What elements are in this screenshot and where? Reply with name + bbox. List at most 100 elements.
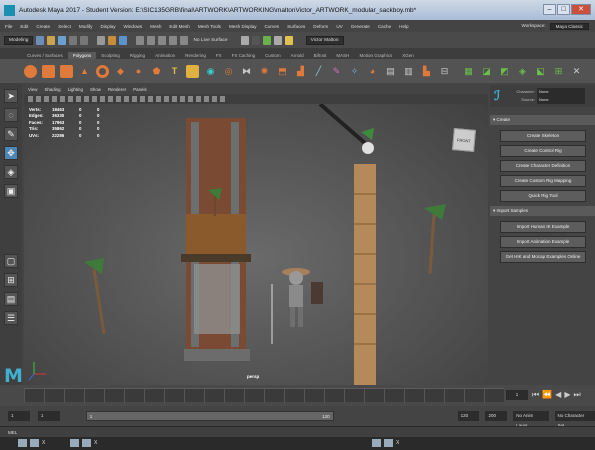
film-gate-icon[interactable] bbox=[68, 96, 73, 102]
color-mgmt-icon[interactable] bbox=[220, 96, 225, 102]
planar-map-icon[interactable]: ◪ bbox=[480, 65, 493, 78]
menu-edit[interactable]: Edit bbox=[20, 24, 28, 29]
vp-menu-show[interactable]: Show bbox=[90, 87, 101, 92]
shelf-tab-animation[interactable]: Animation bbox=[150, 52, 180, 59]
select-object-icon[interactable] bbox=[108, 35, 117, 45]
scale-tool-icon[interactable]: ▣ bbox=[4, 184, 18, 198]
vp-menu-lighting[interactable]: Lighting bbox=[68, 87, 83, 92]
gate-mask-icon[interactable] bbox=[84, 96, 89, 102]
combine-icon[interactable]: ◉ bbox=[204, 65, 217, 78]
boolean-icon[interactable]: ⬒ bbox=[276, 65, 289, 78]
viewport-scene[interactable]: Verts: 18463 0 0 Edges: 36330 0 0 Faces: 17963 0… bbox=[24, 104, 488, 385]
motion-blur-icon[interactable] bbox=[156, 96, 161, 102]
cylindrical-map-icon[interactable]: ◩ bbox=[498, 65, 511, 78]
window-restore-icon[interactable] bbox=[70, 439, 79, 447]
four-view-layout-icon[interactable]: ⊞ bbox=[4, 273, 18, 287]
minimized-close[interactable]: X bbox=[42, 440, 45, 446]
vp-menu-panels[interactable]: Panels bbox=[133, 87, 146, 92]
minimized-window-2[interactable]: X bbox=[70, 439, 97, 447]
backface-icon[interactable] bbox=[196, 96, 201, 102]
mel-label[interactable]: MEL bbox=[8, 430, 17, 435]
render-settings-icon[interactable] bbox=[262, 35, 271, 45]
window-restore-icon[interactable] bbox=[18, 439, 27, 447]
snap-point-icon[interactable] bbox=[158, 35, 167, 45]
import-animation-example-button[interactable]: Import Animation Example bbox=[500, 236, 586, 248]
select-component-icon[interactable] bbox=[119, 35, 128, 45]
menu-select[interactable]: Select bbox=[58, 24, 71, 29]
uv-grid-icon[interactable]: ⊞ bbox=[552, 65, 565, 78]
create-control-rig-button[interactable]: Create Control Rig bbox=[500, 145, 586, 157]
vp-menu-shading[interactable]: Shading bbox=[44, 87, 60, 92]
playback-end-field[interactable]: 120 bbox=[457, 411, 480, 421]
poly-disc-icon[interactable]: ● bbox=[132, 65, 145, 78]
bridge-icon[interactable]: ╱ bbox=[312, 65, 325, 78]
anim-start-field[interactable]: 1 bbox=[8, 411, 30, 421]
exposure-icon[interactable] bbox=[204, 96, 209, 102]
shelf-tab-polygons[interactable]: Polygons bbox=[67, 52, 97, 59]
step-back-icon[interactable]: ⏪ bbox=[542, 390, 552, 400]
snap-curve-icon[interactable] bbox=[147, 35, 156, 45]
minimized-window-1[interactable]: X bbox=[18, 439, 45, 447]
menu-mesh-display[interactable]: Mesh Display bbox=[229, 24, 257, 29]
menu-mesh[interactable]: Mesh bbox=[150, 24, 161, 29]
multi-cut-icon[interactable]: ◕ bbox=[366, 65, 379, 78]
menu-uv[interactable]: UV bbox=[336, 24, 342, 29]
paint-select-tool-icon[interactable]: ✎ bbox=[4, 127, 18, 141]
create-character-definition-button[interactable]: Create Character Definition bbox=[500, 160, 586, 172]
lasso-tool-icon[interactable]: ◌ bbox=[4, 108, 18, 122]
insert-edge-loop-icon[interactable]: ▥ bbox=[402, 65, 415, 78]
xray-icon[interactable] bbox=[180, 96, 185, 102]
safe-action-icon[interactable] bbox=[100, 96, 105, 102]
maximize-button[interactable]: □ bbox=[557, 4, 570, 15]
target-weld-icon[interactable]: ▤ bbox=[384, 65, 397, 78]
bookmark-icon[interactable] bbox=[44, 96, 49, 102]
select-hierarchy-icon[interactable] bbox=[97, 35, 106, 45]
shelf-tab-curves-surfaces[interactable]: Curves / Surfaces bbox=[22, 52, 68, 59]
poly-torus-icon[interactable] bbox=[96, 64, 109, 78]
play-forward-icon[interactable]: ▶ bbox=[564, 390, 570, 400]
playback-start-field[interactable]: 1 bbox=[37, 411, 60, 421]
menu-help[interactable]: Help bbox=[399, 24, 408, 29]
graph-layout-icon[interactable]: ☰ bbox=[4, 311, 18, 325]
shelf-tab-custom[interactable]: Custom bbox=[260, 52, 286, 59]
menu-file[interactable]: File bbox=[5, 24, 12, 29]
shelf-tab-arnold[interactable]: Arnold bbox=[286, 52, 309, 59]
shelf-tab-sculpting[interactable]: Sculpting bbox=[96, 52, 125, 59]
grid-toggle-icon[interactable] bbox=[60, 96, 65, 102]
shelf-tab-xgen[interactable]: XGen bbox=[397, 52, 419, 59]
save-scene-icon[interactable] bbox=[58, 35, 67, 45]
anim-end-field[interactable]: 200 bbox=[485, 411, 508, 421]
svg-icon[interactable] bbox=[186, 64, 199, 78]
workspace-dropdown[interactable]: Maya Classic bbox=[549, 22, 589, 30]
render-icon[interactable] bbox=[240, 35, 249, 45]
uv-editor-icon[interactable]: ▦ bbox=[462, 65, 475, 78]
fill-hole-icon[interactable]: ▙ bbox=[420, 65, 433, 78]
camera-attr-icon[interactable] bbox=[36, 96, 41, 102]
lights-icon[interactable] bbox=[132, 96, 137, 102]
bevel-icon[interactable]: ✎ bbox=[330, 65, 343, 78]
smooth-icon[interactable]: ✺ bbox=[258, 65, 271, 78]
auto-map-icon[interactable]: ⬕ bbox=[534, 65, 547, 78]
field-chart-icon[interactable] bbox=[92, 96, 97, 102]
poly-text-icon[interactable]: T bbox=[168, 65, 181, 78]
window-maximize-icon[interactable] bbox=[30, 439, 39, 447]
undo-icon[interactable] bbox=[69, 35, 78, 45]
open-scene-icon[interactable] bbox=[47, 35, 56, 45]
play-back-icon[interactable]: ◀ bbox=[555, 390, 561, 400]
poly-sphere-icon[interactable] bbox=[24, 64, 37, 78]
get-hik-mocap-examples-button[interactable]: Get HIK and Mocap Examples Online bbox=[500, 251, 586, 263]
shelf-tab-mash[interactable]: MASH bbox=[331, 52, 354, 59]
create-skeleton-button[interactable]: Create Skeleton bbox=[500, 130, 586, 142]
shelf-tab-fx[interactable]: FX bbox=[211, 52, 227, 59]
ambient-occlusion-icon[interactable] bbox=[148, 96, 153, 102]
menu-surfaces[interactable]: Surfaces bbox=[287, 24, 305, 29]
quick-rig-tool-button[interactable]: Quick Rig Tool bbox=[500, 190, 586, 202]
live-surface-field[interactable]: No Live Surface bbox=[193, 38, 227, 43]
reduce-icon[interactable]: ⊟ bbox=[438, 65, 451, 78]
menu-edit-mesh[interactable]: Edit Mesh bbox=[169, 24, 189, 29]
resolution-gate-icon[interactable] bbox=[76, 96, 81, 102]
shelf-tab-rendering[interactable]: Rendering bbox=[180, 52, 211, 59]
xray-joints-icon[interactable] bbox=[188, 96, 193, 102]
single-perspective-layout-icon[interactable]: ▢ bbox=[4, 254, 18, 268]
spherical-map-icon[interactable]: ◈ bbox=[516, 65, 529, 78]
